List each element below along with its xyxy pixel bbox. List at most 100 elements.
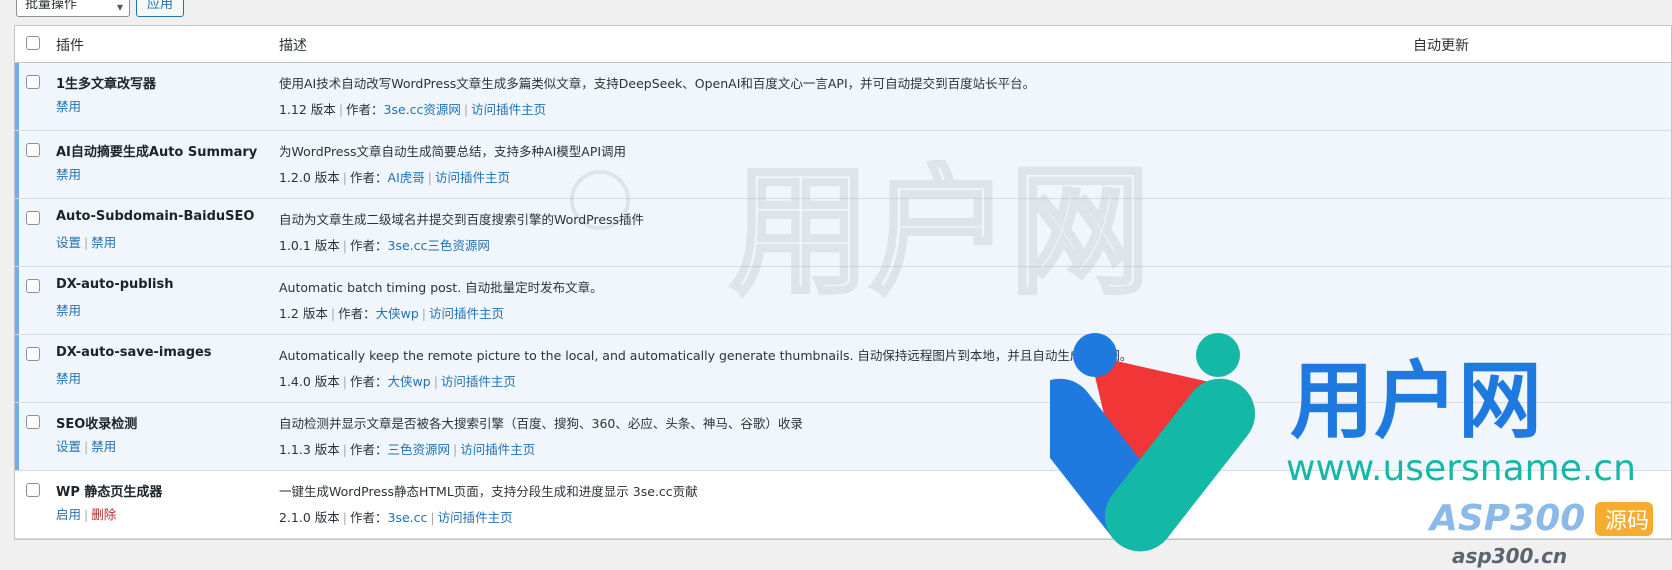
plugin-homepage-link[interactable]: 访问插件主页 [435, 170, 510, 185]
table-row: WP 静态页生成器 启用 | 删除 一键生成WordPress静态HTML页面，支持分段… [15, 471, 1671, 539]
plugin-name: Auto-Subdomain-BaiduSEO [56, 209, 255, 224]
plugin-version: 2.1.0 版本 [279, 510, 340, 525]
plugin-author-label: 作者： [338, 306, 376, 321]
plugin-homepage-link[interactable]: 访问插件主页 [438, 510, 513, 525]
select-all-checkbox[interactable] [26, 36, 40, 50]
meta-separator: | [427, 170, 432, 185]
plugin-version: 1.1.3 版本 [279, 442, 340, 457]
plugin-name: 1生多文章改写器 [56, 77, 157, 92]
plugin-author-label: 作者： [350, 442, 388, 457]
meta-separator: | [342, 238, 347, 253]
plugins-table: 插件 描述 自动更新 1生多文章改写器 禁用 使用AI技术自动改写WordPress… [14, 25, 1672, 540]
column-header-auto-update: 自动更新 [1413, 38, 1469, 54]
plugin-description: Automatically keep the remote picture to… [279, 348, 1133, 363]
bulk-actions-bar: 批量操作 ▾ 应用 [16, 0, 185, 18]
plugin-action-link[interactable]: 启用 [56, 507, 81, 522]
meta-separator: | [342, 442, 347, 457]
plugin-author-link[interactable]: 3se.cc [388, 510, 428, 525]
table-row: AI自动摘要生成Auto Summary 禁用 为WordPress文章自动生成简要… [15, 131, 1671, 199]
plugin-action-link[interactable]: 设置 [56, 439, 81, 454]
row-checkbox[interactable] [26, 279, 40, 293]
plugin-author-link[interactable]: 大侠wp [388, 374, 431, 389]
plugin-row-actions: 禁用 [56, 164, 81, 183]
plugin-description: 使用AI技术自动改写WordPress文章生成多篇类似文章，支持DeepSeek… [279, 76, 1036, 91]
meta-separator: | [342, 374, 347, 389]
table-row: 1生多文章改写器 禁用 使用AI技术自动改写WordPress文章生成多篇类似文章，… [15, 63, 1671, 131]
plugin-author-link[interactable]: AI虎哥 [388, 170, 425, 185]
meta-separator: | [463, 102, 469, 117]
action-separator: | [84, 507, 89, 522]
row-checkbox[interactable] [26, 211, 40, 225]
plugin-row-actions: 禁用 [56, 368, 81, 387]
row-checkbox[interactable] [26, 415, 40, 429]
meta-separator: | [453, 442, 458, 457]
apply-button[interactable]: 应用 [136, 0, 185, 17]
plugin-description: 自动检测并显示文章是否被各大搜索引擎（百度、搜狗、360、必应、头条、神马、谷歌… [279, 416, 803, 431]
plugin-row-actions: 启用 | 删除 [56, 504, 116, 523]
plugin-version: 1.4.0 版本 [279, 374, 340, 389]
row-checkbox[interactable] [26, 483, 40, 497]
plugin-action-link[interactable]: 禁用 [56, 99, 81, 114]
meta-separator: | [421, 306, 426, 321]
plugin-row-actions: 禁用 [56, 96, 81, 115]
column-header-plugin[interactable]: 插件 [56, 35, 84, 55]
plugin-action-link[interactable]: 禁用 [56, 371, 81, 386]
row-checkbox[interactable] [26, 347, 40, 361]
watermark-brand-domain: asp300.cn [1452, 544, 1567, 568]
plugin-name: SEO收录检测 [56, 417, 138, 432]
meta-separator: | [330, 306, 336, 321]
column-header-description: 描述 [279, 38, 307, 54]
plugin-action-link[interactable]: 禁用 [56, 303, 81, 318]
plugin-action-link[interactable]: 设置 [56, 235, 81, 250]
plugin-homepage-link[interactable]: 访问插件主页 [429, 306, 504, 321]
plugin-action-link[interactable]: 禁用 [91, 439, 116, 454]
chevron-down-icon: ▾ [116, 0, 123, 14]
meta-separator: | [338, 102, 344, 117]
plugin-version: 1.2.0 版本 [279, 170, 340, 185]
meta-separator: | [342, 170, 347, 185]
plugin-author-label: 作者： [346, 102, 384, 117]
row-checkbox[interactable] [26, 143, 40, 157]
plugin-meta: 1.0.1 版本 | 作者：3se.cc三色资源网 [279, 235, 490, 254]
meta-separator: | [430, 510, 435, 525]
plugin-author-link[interactable]: 3se.cc资源网 [384, 102, 461, 117]
plugin-description: 自动为文章生成二级域名并提交到百度搜索引擎的WordPress插件 [279, 212, 645, 227]
meta-separator: | [433, 374, 438, 389]
plugin-meta: 2.1.0 版本 | 作者：3se.cc | 访问插件主页 [279, 507, 513, 526]
plugin-author-label: 作者： [350, 510, 388, 525]
row-checkbox[interactable] [26, 75, 40, 89]
table-row: DX-auto-save-images 禁用 Automatically keep … [15, 335, 1671, 403]
plugin-homepage-link[interactable]: 访问插件主页 [441, 374, 516, 389]
plugin-name: DX-auto-publish [56, 277, 174, 292]
plugin-meta: 1.2 版本 | 作者：大侠wp | 访问插件主页 [279, 303, 504, 322]
plugin-name: WP 静态页生成器 [56, 485, 163, 500]
plugin-action-link[interactable]: 禁用 [56, 167, 81, 182]
action-separator: | [84, 439, 89, 454]
plugin-name: AI自动摘要生成Auto Summary [56, 145, 258, 160]
bulk-action-select[interactable]: 批量操作 ▾ [16, 0, 130, 17]
plugin-row-actions: 禁用 [56, 300, 81, 319]
plugin-author-link[interactable]: 三色资源网 [388, 442, 451, 457]
plugin-version: 1.2 版本 [279, 306, 328, 321]
plugin-action-link[interactable]: 禁用 [91, 235, 116, 250]
bulk-action-select-value: 批量操作 [25, 0, 78, 12]
plugin-description: 为WordPress文章自动生成简要总结，支持多种AI模型API调用 [279, 144, 627, 159]
plugins-table-body: 1生多文章改写器 禁用 使用AI技术自动改写WordPress文章生成多篇类似文章，… [15, 63, 1671, 539]
plugin-action-link[interactable]: 删除 [91, 507, 116, 522]
plugin-author-label: 作者： [350, 170, 388, 185]
plugin-row-actions: 设置 | 禁用 [56, 232, 116, 251]
plugin-meta: 1.4.0 版本 | 作者：大侠wp | 访问插件主页 [279, 371, 516, 390]
plugin-homepage-link[interactable]: 访问插件主页 [460, 442, 535, 457]
plugin-name: DX-auto-save-images [56, 345, 212, 360]
plugin-description: Automatic batch timing post. 自动批量定时发布文章。 [279, 280, 603, 295]
plugin-homepage-link[interactable]: 访问插件主页 [471, 102, 546, 117]
plugin-author-link[interactable]: 3se.cc三色资源网 [388, 238, 490, 253]
plugin-meta: 1.1.3 版本 | 作者：三色资源网 | 访问插件主页 [279, 439, 535, 458]
plugin-version: 1.0.1 版本 [279, 238, 340, 253]
plugin-author-label: 作者： [350, 374, 388, 389]
plugin-meta: 1.12 版本 | 作者：3se.cc资源网 | 访问插件主页 [279, 99, 546, 118]
plugin-author-link[interactable]: 大侠wp [376, 306, 419, 321]
plugin-version: 1.12 版本 [279, 102, 336, 117]
plugin-row-actions: 设置 | 禁用 [56, 436, 116, 455]
table-header: 插件 描述 自动更新 [15, 26, 1671, 63]
